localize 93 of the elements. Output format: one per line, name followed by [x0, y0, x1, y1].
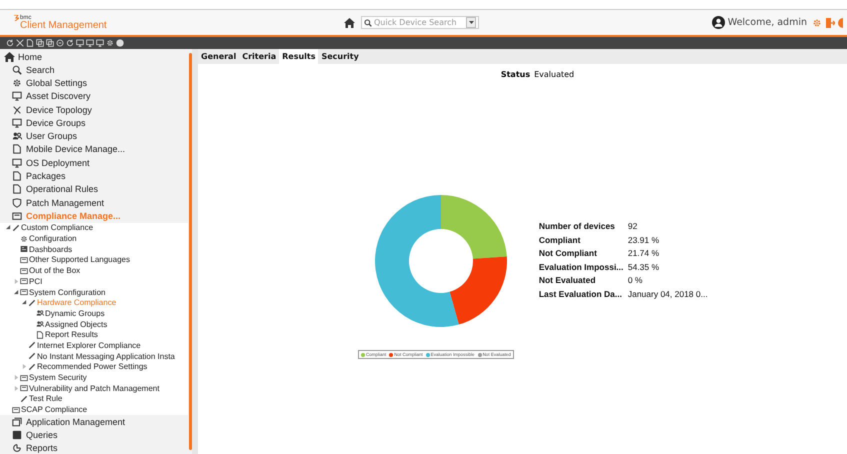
users-icon — [12, 131, 22, 142]
window-icon — [12, 416, 22, 427]
search-icon — [12, 64, 22, 75]
document-icon — [12, 171, 22, 182]
refresh-icon[interactable] — [66, 39, 74, 47]
monitor-icon[interactable] — [96, 39, 104, 47]
tree-item[interactable]: Internet Explorer Compliance — [37, 340, 141, 350]
tree-item[interactable]: Assigned Objects — [45, 320, 108, 329]
tree-item[interactable]: Report Results — [45, 330, 98, 340]
stat-value: 0 % — [628, 275, 644, 285]
user-icon[interactable] — [712, 16, 725, 29]
shield-icon — [12, 198, 22, 208]
nav-item[interactable]: Operational Rules — [26, 184, 98, 194]
nav-item[interactable]: OS Deployment — [26, 158, 90, 168]
expander-icon[interactable] — [22, 300, 27, 306]
tree-item[interactable]: No Instant Messaging Application Insta — [37, 352, 175, 361]
logo-icon — [14, 14, 19, 20]
tab[interactable]: Criteria — [239, 49, 280, 64]
chart-icon — [12, 443, 22, 454]
stat-label: Number of devices — [538, 221, 616, 231]
tree-item[interactable]: Custom Compliance — [21, 223, 94, 232]
tab[interactable]: General — [198, 49, 240, 64]
nav-item[interactable]: Global Settings — [26, 78, 88, 88]
tree-item[interactable]: Vulnerability and Patch Management — [29, 384, 160, 393]
nav-item[interactable]: User Groups — [26, 131, 78, 142]
stat-label: Compliant — [538, 234, 582, 244]
search-icon — [364, 18, 372, 26]
stat-label: Last Evaluation Da... — [538, 288, 623, 298]
exit-icon[interactable] — [825, 18, 835, 28]
stat-label: Evaluation Impossi... — [538, 262, 624, 272]
nav-item[interactable]: Queries — [26, 430, 58, 440]
search-field[interactable]: Quick Device Search — [361, 16, 479, 29]
home-icon — [4, 52, 15, 62]
nav-item[interactable]: Device Topology — [26, 104, 92, 115]
document-icon[interactable] — [26, 39, 34, 47]
circle-icon[interactable] — [116, 39, 124, 47]
cross-icon[interactable] — [16, 39, 24, 47]
monitor-icon — [12, 91, 22, 102]
nav-item[interactable]: Application Management — [26, 416, 126, 427]
document-icon — [12, 184, 22, 194]
caret-icon — [468, 21, 474, 24]
nav-item[interactable]: Asset Discovery — [26, 91, 91, 102]
tree-item[interactable]: Dynamic Groups — [45, 308, 105, 318]
nav-item[interactable]: Mobile Device Manage... — [26, 144, 126, 154]
stat-label: Not Evaluated — [538, 275, 597, 285]
users-icon — [36, 309, 44, 318]
refresh-icon[interactable] — [6, 39, 14, 47]
expander-icon[interactable] — [6, 225, 11, 230]
circle-icon[interactable] — [56, 39, 64, 47]
scrollbar[interactable] — [189, 53, 192, 450]
tree-item[interactable]: Test Rule — [29, 394, 62, 404]
square-icon — [12, 430, 22, 440]
network-icon — [12, 104, 22, 115]
tree-item[interactable]: System Security — [29, 373, 87, 382]
product-name: Client Management — [20, 20, 108, 30]
home-icon[interactable] — [344, 18, 355, 28]
monitor-icon[interactable] — [86, 39, 94, 47]
stat-label: Not Compliant — [538, 248, 598, 258]
welcome-text: Welcome, admin — [728, 17, 807, 28]
gear-icon — [20, 234, 28, 243]
stat-value: 92 — [628, 221, 638, 231]
tree-item[interactable]: Recommended Power Settings — [37, 362, 148, 372]
stat-value: January 04, 2018 0... — [628, 288, 708, 298]
users-icon — [36, 320, 44, 328]
monitor-icon — [12, 118, 22, 128]
document-icon — [36, 330, 44, 339]
nav-item[interactable]: Search — [26, 64, 55, 75]
stat-value: 21.74 % — [628, 248, 660, 258]
tree-item[interactable]: Dashboards — [29, 244, 72, 254]
status-label: Status — [500, 70, 530, 79]
tree-item[interactable]: Other Supported Languages — [29, 255, 130, 264]
nav-item[interactable]: Home — [18, 52, 42, 62]
tab[interactable]: Security — [318, 49, 362, 64]
tree-item[interactable]: PCI — [29, 276, 42, 286]
document-icon — [12, 144, 22, 154]
nav-item[interactable]: Device Groups — [26, 118, 86, 128]
nav-item[interactable]: Packages — [26, 171, 66, 182]
tree-item[interactable]: System Configuration — [29, 288, 106, 297]
status-value: Evaluated — [534, 70, 574, 79]
tree-item[interactable]: Configuration — [29, 234, 77, 244]
tree-item[interactable]: SCAP Compliance — [21, 405, 88, 414]
monitor-icon[interactable] — [76, 39, 84, 47]
nav-item[interactable]: Reports — [26, 443, 58, 454]
dashboard-icon — [20, 245, 28, 254]
nav-item[interactable]: Patch Management — [26, 198, 104, 208]
tree-item[interactable]: Out of the Box — [29, 266, 80, 276]
stat-value: 23.91 % — [628, 234, 660, 244]
monitor-icon — [12, 158, 22, 168]
dropdown-button[interactable] — [466, 17, 476, 28]
gear-icon — [12, 78, 22, 88]
expander-icon[interactable] — [14, 290, 19, 295]
stat-value: 54.35 % — [628, 262, 660, 272]
tab[interactable]: Results — [279, 49, 318, 64]
